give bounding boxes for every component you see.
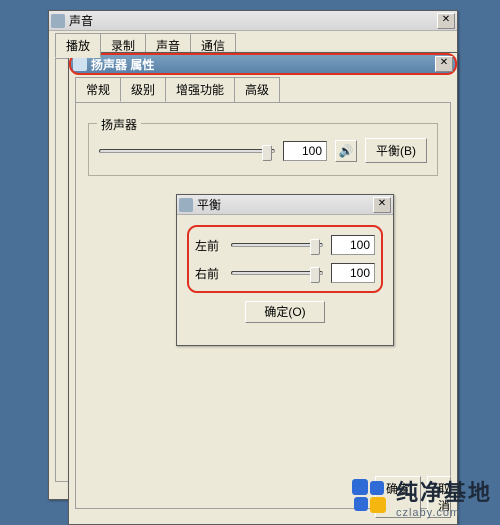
tab-playback[interactable]: 播放 bbox=[55, 33, 101, 58]
balance-title: 平衡 bbox=[197, 196, 373, 213]
right-front-value: 100 bbox=[331, 263, 375, 283]
tab-levels[interactable]: 级别 bbox=[120, 77, 166, 102]
close-icon[interactable]: ✕ bbox=[373, 197, 391, 213]
properties-title: 扬声器 属性 bbox=[91, 56, 435, 73]
slider-thumb[interactable] bbox=[262, 145, 272, 161]
properties-titlebar[interactable]: 扬声器 属性 ✕ bbox=[69, 53, 457, 75]
balance-titlebar[interactable]: 平衡 ✕ bbox=[177, 195, 393, 215]
balance-highlight: 左前 100 右前 100 bbox=[187, 225, 383, 293]
tab-general[interactable]: 常规 bbox=[75, 77, 121, 102]
right-front-label: 右前 bbox=[195, 265, 223, 282]
left-front-value: 100 bbox=[331, 235, 375, 255]
tab-enhancements[interactable]: 增强功能 bbox=[165, 77, 235, 102]
sound-window-title: 声音 bbox=[69, 12, 437, 29]
sound-titlebar[interactable]: 声音 ✕ bbox=[49, 11, 457, 31]
balance-button[interactable]: 平衡(B) bbox=[365, 138, 427, 163]
left-front-label: 左前 bbox=[195, 237, 223, 254]
speaker-volume-slider[interactable] bbox=[99, 149, 275, 153]
close-icon[interactable]: ✕ bbox=[435, 56, 453, 72]
close-icon[interactable]: ✕ bbox=[437, 13, 455, 29]
speaker-volume-value: 100 bbox=[283, 141, 327, 161]
tab-advanced[interactable]: 高级 bbox=[234, 77, 280, 102]
right-front-slider[interactable] bbox=[231, 271, 323, 275]
slider-thumb[interactable] bbox=[310, 239, 320, 255]
speaker-window-icon bbox=[73, 57, 87, 71]
properties-buttons: 确定 取消 bbox=[375, 476, 451, 518]
left-front-slider[interactable] bbox=[231, 243, 323, 247]
balance-window: 平衡 ✕ 左前 100 右前 100 确定(O) bbox=[176, 194, 394, 346]
sound-window-icon bbox=[51, 14, 65, 28]
speaker-icon[interactable]: 🔊 bbox=[335, 140, 357, 162]
slider-thumb[interactable] bbox=[310, 267, 320, 283]
speaker-groupbox: 扬声器 100 🔊 平衡(B) bbox=[88, 123, 438, 176]
balance-window-icon bbox=[179, 198, 193, 212]
properties-tabs: 常规 级别 增强功能 高级 bbox=[75, 77, 451, 102]
cancel-button[interactable]: 取消 bbox=[427, 476, 451, 518]
balance-ok-button[interactable]: 确定(O) bbox=[245, 301, 324, 323]
groupbox-label: 扬声器 bbox=[97, 116, 141, 133]
ok-button[interactable]: 确定 bbox=[375, 476, 421, 518]
